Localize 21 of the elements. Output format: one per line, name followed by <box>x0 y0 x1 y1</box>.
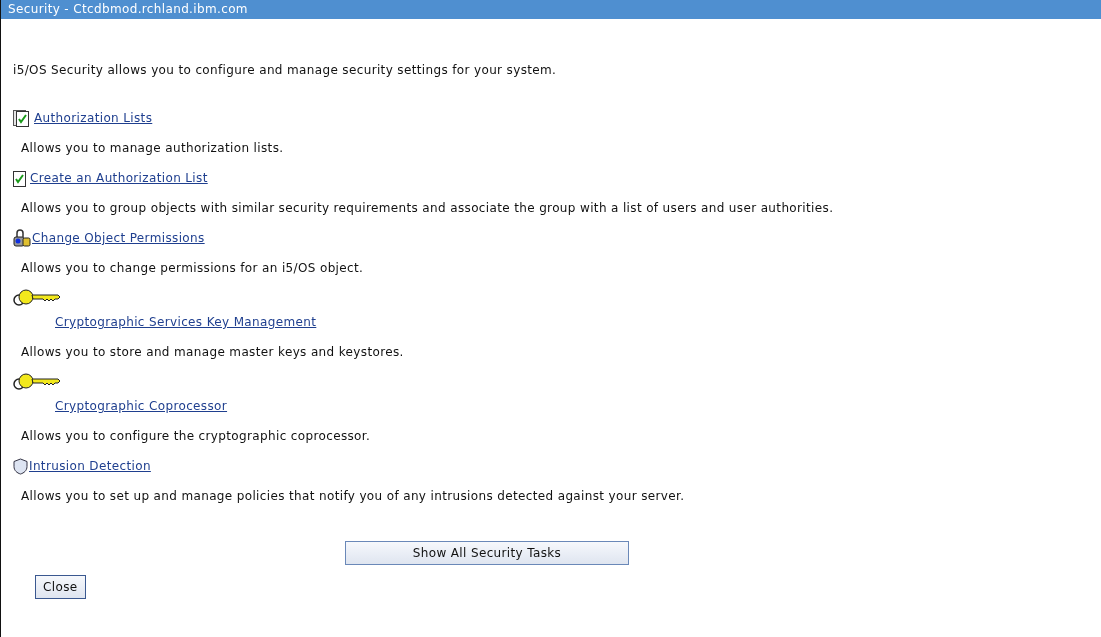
task-description: Allows you to set up and manage policies that notify you of any intrusions detected against your server. <box>21 488 686 505</box>
task-link[interactable]: Cryptographic Coprocessor <box>55 397 228 415</box>
task-description: Allows you to group objects with similar security requirements and associate the group with a list of users and user authorities. <box>21 200 835 217</box>
task-description: Allows you to manage authorization lists. <box>21 140 285 157</box>
task-link[interactable]: Cryptographic Services Key Management <box>55 313 317 331</box>
task-link[interactable]: Change Object Permissions <box>32 229 205 247</box>
close-button[interactable]: Close <box>35 575 86 599</box>
show-all-tasks-button[interactable]: Show All Security Tasks <box>345 541 629 565</box>
task-description: Allows you to store and manage master keys and keystores. <box>21 344 405 361</box>
intro-text: i5/OS Security allows you to configure and manage security settings for your system. <box>13 62 558 79</box>
checklist-icon <box>13 170 29 187</box>
padlock-icon <box>13 229 31 247</box>
key-icon <box>13 373 61 391</box>
task-link[interactable]: Create an Authorization List <box>30 169 208 187</box>
task-link[interactable]: Authorization Lists <box>34 109 153 127</box>
shield-icon <box>13 458 28 475</box>
task-description: Allows you to configure the cryptographic coprocessor. <box>21 428 372 445</box>
task-description: Allows you to change permissions for an i5/OS object. <box>21 260 365 277</box>
window-title: Security - Ctcdbmod.rchland.ibm.com <box>0 0 1101 19</box>
key-icon <box>13 289 61 307</box>
task-link[interactable]: Intrusion Detection <box>29 457 151 475</box>
